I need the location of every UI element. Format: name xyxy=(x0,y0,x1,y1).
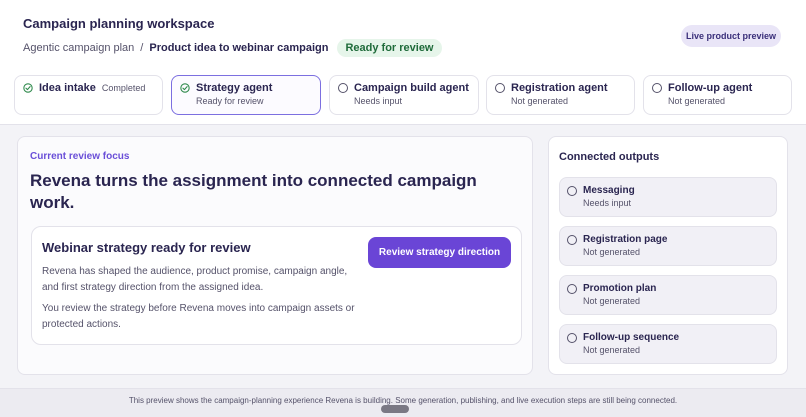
empty-circle-icon xyxy=(567,234,577,245)
check-circle-icon xyxy=(180,83,190,93)
step-name: Registration agent xyxy=(511,82,608,94)
step-status: Not generated xyxy=(511,96,569,106)
workspace-header: Campaign planning workspace Agentic camp… xyxy=(0,0,806,125)
output-item-registration-page[interactable]: Registration page Not generated xyxy=(559,226,777,266)
empty-circle-icon xyxy=(338,83,348,93)
output-name: Follow-up sequence xyxy=(583,332,680,343)
step-name: Campaign build agent xyxy=(354,82,469,94)
card-title: Webinar strategy ready for review xyxy=(42,240,251,255)
focus-label: Current review focus xyxy=(30,151,130,162)
step-status: Needs input xyxy=(354,96,403,106)
breadcrumb-separator: / xyxy=(140,41,144,54)
step-name: Idea intake xyxy=(39,82,96,94)
step-name: Strategy agent xyxy=(196,82,273,94)
empty-circle-icon xyxy=(567,332,577,343)
step-idea-intake[interactable]: Idea intake Completed xyxy=(14,75,163,115)
output-status: Not generated xyxy=(583,296,641,306)
check-circle-icon xyxy=(23,83,33,93)
output-item-follow-up-sequence[interactable]: Follow-up sequence Not generated xyxy=(559,324,777,364)
step-name: Follow-up agent xyxy=(668,82,753,94)
empty-circle-icon xyxy=(495,83,505,93)
card-note: You review the strategy before Revena mo… xyxy=(42,303,355,330)
output-name: Messaging xyxy=(583,185,635,196)
output-name: Promotion plan xyxy=(583,283,657,294)
step-strategy-agent[interactable]: Strategy agent Ready for review xyxy=(171,75,321,115)
focus-headline: Revena turns the assignment into connect… xyxy=(30,171,477,212)
breadcrumb: Agentic campaign plan / Product idea to … xyxy=(23,38,442,57)
step-status: Not generated xyxy=(668,96,726,106)
breadcrumb-current: Product idea to webinar campaign xyxy=(149,41,329,54)
live-product-preview-button[interactable]: Live product preview xyxy=(681,25,781,47)
card-description: Revena has shaped the audience, product … xyxy=(42,266,348,293)
step-follow-up-agent[interactable]: Follow-up agent Not generated xyxy=(643,75,792,115)
status-badge: Ready for review xyxy=(337,38,442,57)
empty-circle-icon xyxy=(567,185,577,196)
step-status: Ready for review xyxy=(196,96,264,106)
output-status: Not generated xyxy=(583,345,641,355)
step-campaign-build-agent[interactable]: Campaign build agent Needs input xyxy=(329,75,479,115)
drag-handle[interactable] xyxy=(381,405,409,413)
output-name: Registration page xyxy=(583,234,668,245)
step-registration-agent[interactable]: Registration agent Not generated xyxy=(486,75,635,115)
output-item-promotion-plan[interactable]: Promotion plan Not generated xyxy=(559,275,777,315)
breadcrumb-parent[interactable]: Agentic campaign plan xyxy=(23,42,134,54)
review-focus-panel: Current review focus Revena turns the as… xyxy=(17,136,533,375)
review-strategy-button[interactable]: Review strategy direction xyxy=(368,237,511,268)
page-title: Campaign planning workspace xyxy=(23,16,215,31)
step-status: Completed xyxy=(101,83,146,93)
output-item-messaging[interactable]: Messaging Needs input xyxy=(559,177,777,217)
strategy-review-card: Webinar strategy ready for review Revena… xyxy=(31,226,522,345)
output-status: Not generated xyxy=(583,247,641,257)
output-status: Needs input xyxy=(583,198,632,208)
connected-outputs-panel: Connected outputs Messaging Needs input … xyxy=(548,136,788,375)
empty-circle-icon xyxy=(567,283,577,294)
empty-circle-icon xyxy=(652,83,662,93)
outputs-title: Connected outputs xyxy=(559,151,660,163)
